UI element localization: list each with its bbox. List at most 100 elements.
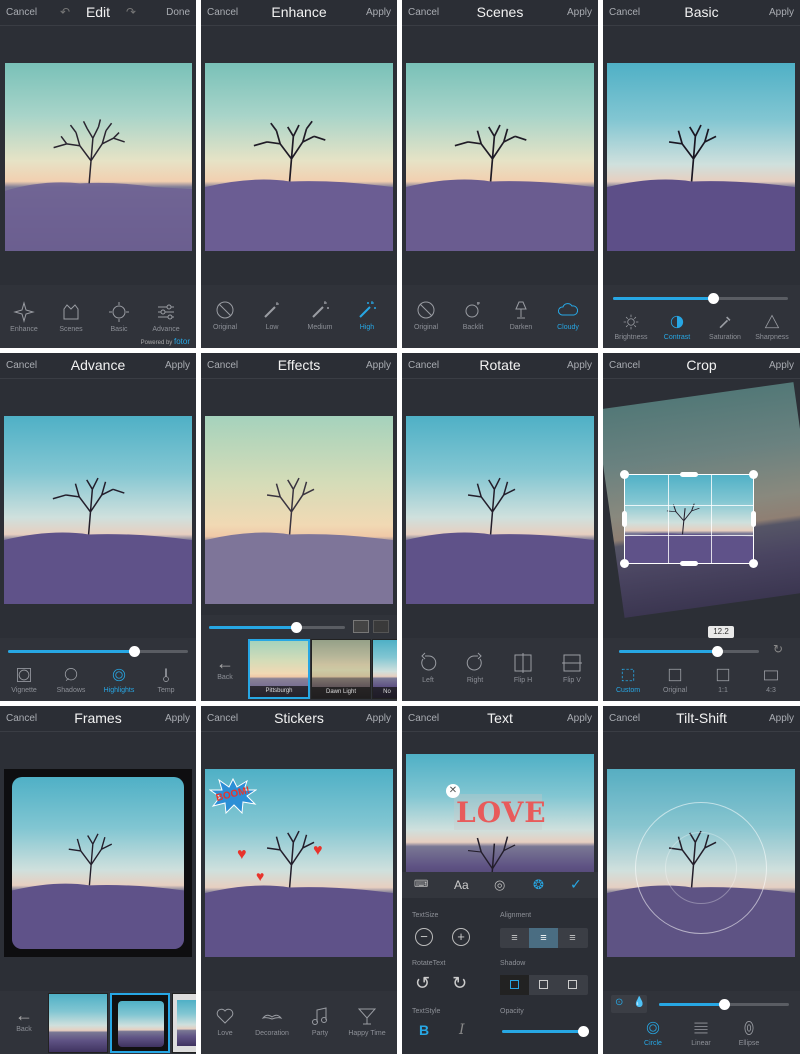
font-tab[interactable]: Aa xyxy=(454,878,469,892)
redo-icon[interactable]: ↷ xyxy=(126,5,136,19)
tool-brightness[interactable]: Brightness xyxy=(609,313,653,341)
effect-thumb[interactable]: Pittsburgh xyxy=(248,639,310,699)
compare-icon[interactable] xyxy=(353,620,369,633)
heart-sticker[interactable]: ♥ xyxy=(237,846,247,864)
slider-knob[interactable] xyxy=(129,646,140,657)
crop-handle[interactable] xyxy=(749,559,758,568)
slider-knob[interactable] xyxy=(577,1026,589,1037)
ratio-custom[interactable]: Custom xyxy=(606,666,650,694)
tool-saturation[interactable]: Saturation xyxy=(703,313,747,341)
crop-handle[interactable] xyxy=(620,559,629,568)
slider-knob[interactable] xyxy=(712,646,723,657)
rotate-left-icon[interactable]: ↺ xyxy=(415,973,430,994)
heart-sticker[interactable]: ♥ xyxy=(256,868,264,884)
tool-enhance[interactable]: Enhance xyxy=(2,301,46,333)
tool-temp[interactable]: Temp xyxy=(144,666,188,694)
rotate-right-icon[interactable]: ↻ xyxy=(452,973,467,994)
opacity-slider[interactable] xyxy=(502,1026,589,1037)
apply-button[interactable]: Apply xyxy=(165,713,190,724)
apply-button[interactable]: Apply xyxy=(567,7,592,18)
shadow-dark-button[interactable] xyxy=(558,975,587,995)
bold-button[interactable]: B xyxy=(419,1022,429,1038)
apply-button[interactable]: Apply xyxy=(366,360,391,371)
mode-circle[interactable]: Circle xyxy=(631,1019,675,1047)
slider-knob[interactable] xyxy=(707,293,719,304)
heart-sticker[interactable]: ♥ xyxy=(313,842,323,860)
blur-slider[interactable] xyxy=(659,999,789,1010)
tool-shadows[interactable]: Shadows xyxy=(49,666,93,694)
ratio-original[interactable]: Original xyxy=(653,666,697,694)
apply-button[interactable]: Apply xyxy=(366,713,391,724)
apply-button[interactable]: Apply xyxy=(769,713,794,724)
adjust-slider[interactable] xyxy=(8,646,188,657)
align-right-button[interactable]: ≡ xyxy=(558,928,587,948)
apply-button[interactable]: Apply xyxy=(567,713,592,724)
ratio-4-3[interactable]: 4:3 xyxy=(749,666,793,694)
keyboard-icon[interactable]: ⌨ xyxy=(414,879,428,890)
tool-low[interactable]: Low xyxy=(250,299,294,331)
done-button[interactable]: Done xyxy=(166,7,190,18)
tool-high[interactable]: High xyxy=(345,299,389,331)
text-box[interactable]: LOVE xyxy=(454,794,546,830)
crop-handle[interactable] xyxy=(622,511,627,527)
mode-linear[interactable]: Linear xyxy=(679,1019,723,1047)
tool-original[interactable]: Original xyxy=(404,299,448,331)
color-icon[interactable]: ◎ xyxy=(494,877,505,893)
apply-button[interactable]: Apply xyxy=(366,7,391,18)
increase-size-button[interactable]: + xyxy=(452,928,470,946)
decrease-size-button[interactable]: − xyxy=(415,928,433,946)
crop-handle[interactable] xyxy=(749,470,758,479)
category-happy-time[interactable]: Happy Time xyxy=(345,1005,389,1037)
tool-contrast[interactable]: Contrast xyxy=(655,313,699,341)
delete-text-button[interactable]: ✕ xyxy=(446,784,460,798)
shadow-light-button[interactable] xyxy=(529,975,558,995)
category-love[interactable]: Love xyxy=(203,1005,247,1037)
intensity-slider[interactable] xyxy=(209,622,345,633)
crop-handle[interactable] xyxy=(620,470,629,479)
flip-h-button[interactable]: Flip H xyxy=(501,652,545,684)
rotate-right-button[interactable]: Right xyxy=(453,652,497,684)
check-icon[interactable]: ✓ xyxy=(570,876,582,893)
effect-thumb[interactable]: Dawn Light xyxy=(311,639,371,699)
style-icon[interactable]: ❂ xyxy=(533,877,544,893)
tool-cloudy[interactable]: Cloudy xyxy=(546,299,590,331)
crop-frame[interactable] xyxy=(620,470,758,568)
slider-knob[interactable] xyxy=(291,622,303,633)
back-button[interactable]: ← Back xyxy=(6,1005,42,1033)
category-decoration[interactable]: Decoration xyxy=(250,1005,294,1037)
adjust-slider[interactable] xyxy=(613,293,788,304)
crop-handle[interactable] xyxy=(751,511,756,527)
tool-backlit[interactable]: Backlit xyxy=(451,299,495,331)
blur-toggle[interactable]: ⊙ 💧 xyxy=(611,995,647,1013)
apply-button[interactable]: Apply xyxy=(165,360,190,371)
tool-original[interactable]: Original xyxy=(203,299,247,331)
category-party[interactable]: Party xyxy=(298,1005,342,1037)
boom-sticker[interactable]: BOOM! xyxy=(209,778,257,814)
apply-button[interactable]: Apply xyxy=(769,7,794,18)
shadow-none-button[interactable] xyxy=(500,975,529,995)
focus-circle-inner[interactable] xyxy=(665,832,737,904)
back-button[interactable]: ← Back xyxy=(207,653,243,681)
frame-thumb[interactable] xyxy=(172,993,196,1053)
tool-vignette[interactable]: Vignette xyxy=(2,666,46,694)
ratio-1-1[interactable]: 1:1 xyxy=(701,666,745,694)
crop-handle[interactable] xyxy=(680,472,698,477)
mode-ellipse[interactable]: Ellipse xyxy=(727,1019,771,1047)
align-left-button[interactable]: ≡ xyxy=(500,928,529,948)
tool-medium[interactable]: Medium xyxy=(298,299,342,331)
effect-thumb[interactable]: No xyxy=(372,639,397,699)
flip-v-button[interactable]: Flip V xyxy=(550,652,594,684)
align-center-button[interactable]: ≡ xyxy=(529,928,558,948)
reset-icon[interactable]: ↻ xyxy=(773,642,783,656)
tool-advance[interactable]: Advance xyxy=(144,301,188,333)
tool-scenes[interactable]: Scenes xyxy=(49,301,93,333)
tool-basic[interactable]: Basic xyxy=(97,301,141,333)
straighten-slider[interactable] xyxy=(619,646,759,657)
slider-knob[interactable] xyxy=(719,999,730,1010)
apply-button[interactable]: Apply xyxy=(769,360,794,371)
frame-thumb[interactable] xyxy=(110,993,170,1053)
favorite-icon[interactable] xyxy=(373,620,389,633)
tool-highlights[interactable]: Highlights xyxy=(97,666,141,694)
rotate-left-button[interactable]: Left xyxy=(406,652,450,684)
apply-button[interactable]: Apply xyxy=(567,360,592,371)
